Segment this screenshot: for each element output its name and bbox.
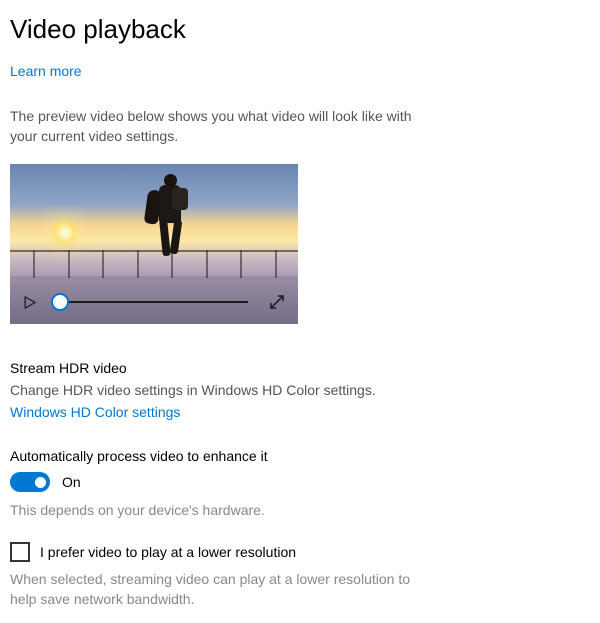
- video-scene-person: [148, 174, 192, 264]
- autoprocess-hint: This depends on your device's hardware.: [10, 502, 590, 518]
- fullscreen-icon: [268, 293, 286, 311]
- preview-description: The preview video below shows you what v…: [10, 107, 430, 146]
- progress-thumb[interactable]: [51, 293, 69, 311]
- video-progress-slider[interactable]: [51, 290, 254, 314]
- autoprocess-state-label: On: [62, 474, 81, 490]
- hdr-section-description: Change HDR video settings in Windows HD …: [10, 382, 590, 398]
- video-preview: [10, 164, 298, 324]
- hdr-settings-link[interactable]: Windows HD Color settings: [10, 404, 590, 420]
- video-controls: [10, 280, 298, 324]
- page-title: Video playback: [10, 14, 590, 45]
- lowres-description: When selected, streaming video can play …: [10, 570, 430, 609]
- lowres-checkbox[interactable]: [10, 542, 30, 562]
- video-scene-sun: [52, 220, 78, 246]
- lowres-label: I prefer video to play at a lower resolu…: [40, 544, 296, 560]
- play-button[interactable]: [22, 295, 37, 310]
- fullscreen-button[interactable]: [268, 293, 286, 311]
- autoprocess-title: Automatically process video to enhance i…: [10, 448, 590, 464]
- autoprocess-toggle[interactable]: [10, 472, 50, 492]
- learn-more-link[interactable]: Learn more: [10, 63, 82, 79]
- hdr-section-title: Stream HDR video: [10, 360, 590, 376]
- play-icon: [22, 295, 37, 310]
